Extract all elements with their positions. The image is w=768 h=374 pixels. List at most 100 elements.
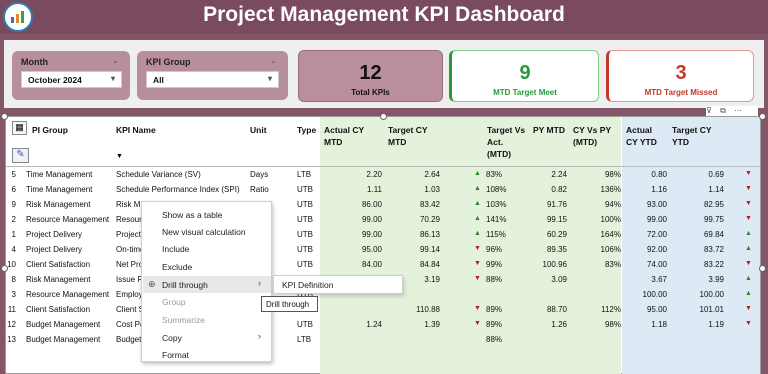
unit-cell: Ratio xyxy=(250,185,269,194)
kpi-group-cell: Client Satisfaction xyxy=(26,305,91,314)
total-kpis-caption: Total KPIs xyxy=(351,88,390,97)
target-vs-act-cell: 88% xyxy=(486,335,503,344)
column-header-py-mtd[interactable]: PY MTD xyxy=(533,124,565,136)
target-mtd-cell: 110.88 xyxy=(416,305,440,314)
table-row[interactable]: 6 Time Management Schedule Performance Ind… xyxy=(6,183,760,198)
format-brush-icon[interactable]: ✎ xyxy=(12,148,29,163)
arrow-down-icon: ▼ xyxy=(474,275,481,282)
month-slicer[interactable]: Month ⌄ October 2024 ▾ xyxy=(12,51,130,100)
menu-item-exclude[interactable]: Exclude xyxy=(162,262,192,272)
column-header-unit[interactable]: Unit xyxy=(250,124,267,136)
column-header-cy-vs-py[interactable]: CY Vs PY (MTD) xyxy=(573,124,611,148)
actual-ytd-cell: 93.00 xyxy=(646,200,667,209)
column-header-actual-ytd[interactable]: Actual CY YTD xyxy=(626,124,657,148)
column-header-group[interactable]: PI Group xyxy=(32,124,68,136)
chevron-down-icon[interactable]: ⌄ xyxy=(270,56,277,65)
resize-handle[interactable] xyxy=(759,113,766,120)
target-mtd-cell: 2.64 xyxy=(424,170,440,179)
table-icon[interactable]: ▦ xyxy=(12,121,27,135)
py-mtd-cell: 100.96 xyxy=(542,260,567,269)
mtd-target-missed-caption: MTD Target Missed xyxy=(644,88,718,97)
menu-item-new-visual-calculation[interactable]: New visual calculation xyxy=(162,227,246,237)
table-row[interactable]: 11Client SatisfactionClient Satisfaction… xyxy=(6,303,760,318)
actual-ytd-cell: 3.67 xyxy=(651,275,667,284)
menu-item-drill-through[interactable]: Drill through xyxy=(162,280,208,290)
mtd-target-missed-card: 3 MTD Target Missed xyxy=(606,50,754,102)
table-row[interactable]: 12Budget ManagementCost Performance Inde… xyxy=(6,318,760,333)
cy-vs-py-cell: 100% xyxy=(600,215,621,224)
type-cell: UTB xyxy=(297,245,313,254)
target-vs-act-cell: 89% xyxy=(486,305,503,314)
kpi-group-cell: Resource Management xyxy=(26,215,110,224)
total-kpis-value: 12 xyxy=(359,62,382,84)
column-header-kpi[interactable]: KPI Name xyxy=(116,124,156,136)
drill-through-icon: ⊕ xyxy=(148,279,156,289)
resize-handle[interactable] xyxy=(1,113,8,120)
py-mtd-cell: 99.15 xyxy=(546,215,567,224)
py-mtd-cell: 0.82 xyxy=(551,185,567,194)
row-index: 6 xyxy=(11,185,16,194)
chevron-down-icon[interactable]: ⌄ xyxy=(112,56,119,65)
type-cell: UTB xyxy=(297,215,313,224)
arrow-down-icon: ▼ xyxy=(474,245,481,252)
table-row[interactable]: 10Client SatisfactionNet Promoter ScoreS… xyxy=(6,258,760,273)
py-mtd-cell: 88.70 xyxy=(546,305,567,314)
focus-mode-icon[interactable]: ⧉ xyxy=(720,106,726,115)
cy-vs-py-cell: 136% xyxy=(600,185,621,194)
target-vs-act-cell: 88% xyxy=(486,275,503,284)
chevron-right-icon: › xyxy=(258,278,261,288)
menu-item-format[interactable]: Format xyxy=(162,350,189,360)
column-header-target-ytd[interactable]: Target CY YTD xyxy=(672,124,712,148)
table-row[interactable]: 2Resource ManagementResource Utilization… xyxy=(6,213,760,228)
arrow-down-icon: ▼ xyxy=(474,320,481,327)
py-mtd-cell: 91.76 xyxy=(546,200,567,209)
target-ytd-cell: 3.99 xyxy=(708,275,724,284)
filter-icon[interactable]: ⊽ xyxy=(706,106,712,115)
row-index: 13 xyxy=(7,335,16,344)
actual-ytd-cell: 1.18 xyxy=(651,320,667,329)
target-vs-act-cell: 115% xyxy=(486,230,506,239)
resize-handle[interactable] xyxy=(380,113,387,120)
target-ytd-cell: 100.00 xyxy=(699,290,724,299)
table-row[interactable]: 1Project DeliveryProject Completion Rate… xyxy=(6,228,760,243)
type-cell: LTB xyxy=(297,170,312,179)
column-header-target-vs-act[interactable]: Target Vs Act. (MTD) xyxy=(487,124,525,160)
py-mtd-cell: 60.29 xyxy=(546,230,567,239)
menu-item-summarize: Summarize xyxy=(162,315,205,325)
more-options-icon[interactable]: ⋯ xyxy=(734,106,742,115)
target-ytd-cell: 83.72 xyxy=(703,245,724,254)
type-cell: UTB xyxy=(297,320,313,329)
column-header-target-mtd[interactable]: Target CY MTD xyxy=(388,124,428,148)
drill-through-submenu-item[interactable]: KPI Definition xyxy=(273,275,403,294)
row-index: 3 xyxy=(11,290,16,299)
table-row[interactable]: 13Budget ManagementBudget Variance%LTB88… xyxy=(6,333,760,348)
mtd-target-meet-card: 9 MTD Target Meet xyxy=(449,50,599,102)
target-ytd-cell: 69.84 xyxy=(703,230,724,239)
resize-handle[interactable] xyxy=(759,265,766,272)
month-dropdown[interactable]: October 2024 ▾ xyxy=(21,71,122,88)
menu-item-include[interactable]: Include xyxy=(162,244,189,254)
kpi-group-cell: Budget Management xyxy=(26,320,101,329)
menu-item-show-as-table[interactable]: Show as a table xyxy=(162,210,222,220)
menu-item-copy[interactable]: Copy xyxy=(162,333,182,343)
row-index: 2 xyxy=(11,215,16,224)
cy-vs-py-cell: 106% xyxy=(600,245,621,254)
type-cell: UTB xyxy=(297,185,313,194)
table-row[interactable]: 9Risk ManagementRisk Mitigation Success … xyxy=(6,198,760,213)
table-row[interactable]: 5 Time Management Schedule Variance (SV) Da… xyxy=(6,168,760,183)
actual-ytd-cell: 100.00 xyxy=(642,290,667,299)
row-index: 10 xyxy=(7,260,16,269)
row-index: 9 xyxy=(11,200,16,209)
column-header-actual-mtd[interactable]: Actual CY MTD xyxy=(324,124,364,148)
column-header-type[interactable]: Type xyxy=(297,124,316,136)
kpi-group-value: All xyxy=(153,75,164,85)
table-row[interactable]: 4Project DeliveryOn-time Delivery%UTB95.… xyxy=(6,243,760,258)
kpi-group-cell: Risk Management xyxy=(26,275,91,284)
kpi-group-dropdown[interactable]: All ▾ xyxy=(146,71,279,88)
type-cell: LTB xyxy=(297,335,312,344)
actual-mtd-cell: 99.00 xyxy=(361,230,382,239)
actual-ytd-cell: 1.16 xyxy=(651,185,667,194)
arrow-up-icon: ▲ xyxy=(474,170,481,177)
mtd-target-meet-caption: MTD Target Meet xyxy=(493,88,557,97)
kpi-group-slicer[interactable]: KPI Group ⌄ All ▾ xyxy=(137,51,288,100)
